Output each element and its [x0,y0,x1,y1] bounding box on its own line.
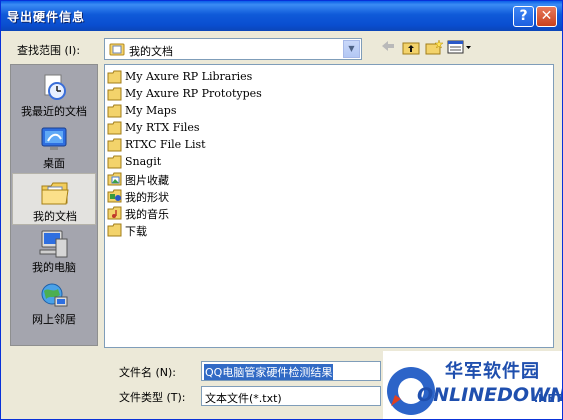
file-name: My RTX Files [125,121,200,134]
lookin-dropdown[interactable]: 我的文档 ▼ [104,38,362,60]
place-network[interactable]: 网上邻居 [12,277,96,329]
shapes-folder-icon [107,189,123,203]
file-name: 图片收藏 [125,174,169,187]
view-menu-icon[interactable] [447,39,473,59]
chevron-down-icon[interactable]: ▼ [343,40,360,58]
place-label: 我的电脑 [32,261,76,274]
help-button[interactable]: ? [513,6,534,27]
file-name: Snagit [125,155,162,168]
filetype-select[interactable]: 文本文件(*.txt) [201,386,381,406]
folder-icon [107,121,123,135]
folder-icon [107,87,123,101]
place-label: 网上邻居 [32,313,76,326]
filetype-label: 文件类型 (T): [119,391,186,404]
my-documents-icon [109,42,125,59]
file-name: 我的形状 [125,191,169,204]
filename-input[interactable]: QQ电脑管家硬件检测结果 [201,361,381,381]
place-my-computer[interactable]: 我的电脑 [12,225,96,277]
back-arrow-icon[interactable] [378,39,398,59]
place-label: 桌面 [43,157,65,170]
my-computer-icon [38,229,70,259]
export-hardware-dialog: 导出硬件信息 ? ✕ 查找范围 (I): 我的文档 ▼ 我最近的文档 桌面 我的… [0,0,563,420]
place-label: 我最近的文档 [21,105,87,118]
desktop-icon [38,125,70,155]
pictures-folder-icon [107,172,123,186]
window-title: 导出硬件信息 [7,10,86,24]
filename-value: QQ电脑管家硬件检测结果 [204,364,334,380]
folder-icon [107,104,123,118]
filetype-value: 文本文件(*.txt) [205,392,282,405]
places-bar: 我最近的文档 桌面 我的文档 我的电脑 网上邻居 [10,64,98,346]
folder-icon [107,223,123,237]
file-name: My Maps [125,104,177,117]
my-documents-icon [39,178,71,208]
close-button[interactable]: ✕ [536,6,557,27]
recent-documents-icon [38,73,70,103]
place-my-documents[interactable]: 我的文档 [12,173,96,225]
file-name: My Axure RP Libraries [125,70,253,83]
place-desktop[interactable]: 桌面 [12,121,96,173]
music-folder-icon [107,206,123,220]
folder-icon [107,138,123,152]
file-name: 我的音乐 [125,208,169,221]
place-label: 我的文档 [33,210,77,223]
lookin-label: 查找范围 (I): [17,44,81,57]
onlinedown-watermark: 华军软件园 ONLINEDOWN .NET [383,351,563,419]
file-name: 下载 [125,225,147,238]
new-folder-icon[interactable] [424,39,444,59]
file-name: My Axure RP Prototypes [125,87,262,100]
file-name: RTXC File List [125,138,206,151]
lookin-value: 我的文档 [129,45,173,58]
file-list[interactable]: My Axure RP Libraries My Axure RP Protot… [104,64,554,348]
watermark-top-text: 华军软件园 [445,361,540,382]
folder-icon [107,70,123,84]
place-recent-documents[interactable]: 我最近的文档 [12,69,96,121]
folder-icon [107,155,123,169]
network-places-icon [38,281,70,311]
title-bar[interactable]: 导出硬件信息 ? ✕ [1,1,562,31]
filename-label: 文件名 (N): [119,366,177,379]
up-folder-icon[interactable] [401,39,421,59]
watermark-suffix-text: .NET [534,392,563,405]
